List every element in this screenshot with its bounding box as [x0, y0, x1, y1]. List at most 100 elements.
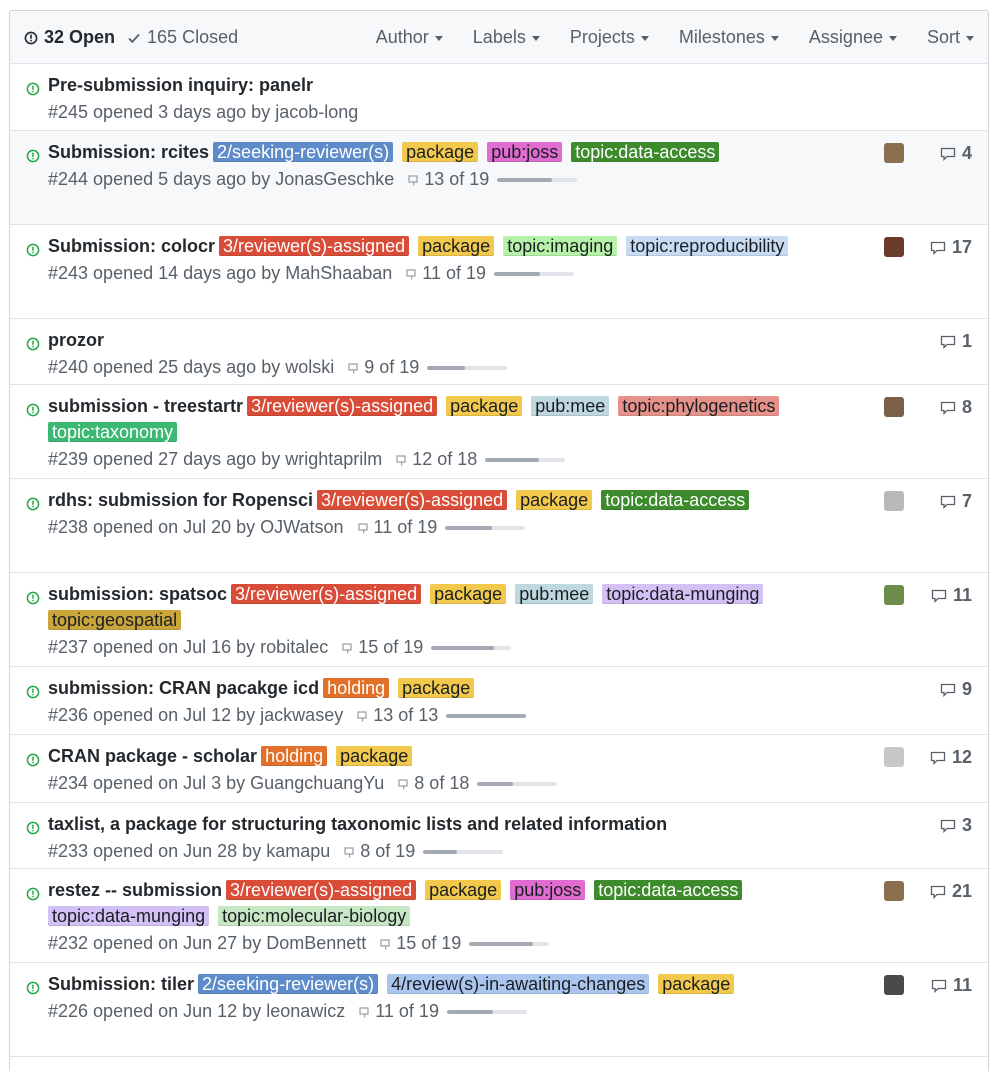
issue-title-link[interactable]: rdhs: submission for Ropensci — [48, 490, 313, 510]
issue-label[interactable]: topic:phylogenetics — [618, 396, 780, 416]
issue-title-link[interactable]: submission: CRAN pacakge icd — [48, 678, 319, 698]
issue-label[interactable]: 3/reviewer(s)-assigned — [226, 880, 417, 900]
issue-label[interactable]: package — [658, 974, 735, 994]
comment-count[interactable]: 4 — [940, 143, 972, 164]
assignee-avatar[interactable] — [884, 237, 904, 257]
milestone-progress[interactable]: 8 of 19 — [344, 841, 504, 862]
comment-count[interactable]: 1 — [940, 331, 972, 352]
comment-count[interactable]: 11 — [931, 975, 972, 996]
issue-row[interactable]: prozor #240 opened 25 days ago by wolski 9… — [10, 319, 988, 385]
milestone-progress[interactable]: 12 of 18 — [396, 449, 566, 470]
author-filter[interactable]: Author — [376, 27, 443, 48]
issue-label[interactable]: package — [446, 396, 523, 416]
milestones-filter[interactable]: Milestones — [679, 27, 779, 48]
issue-title-link[interactable]: Submission: rcites — [48, 142, 209, 162]
issue-row[interactable]: taxlist, a package for structuring taxon… — [10, 803, 988, 869]
issue-row[interactable]: restez -- submission 3/reviewer(s)-assign… — [10, 869, 988, 963]
assignee-avatar[interactable] — [884, 585, 904, 605]
issue-label[interactable]: topic:molecular-biology — [218, 906, 411, 926]
milestone-count: 11 of 19 — [373, 517, 438, 537]
comment-count[interactable]: 17 — [930, 237, 972, 258]
comment-count[interactable]: 3 — [940, 815, 972, 836]
comment-count[interactable]: 8 — [940, 397, 972, 418]
issue-title-link[interactable]: Pre-submission inquiry: panelr — [48, 75, 313, 95]
issue-label[interactable]: topic:imaging — [503, 236, 618, 256]
comment-count[interactable]: 12 — [930, 747, 972, 768]
issue-row[interactable]: Submission: rcites 2/seeking-reviewer(s) … — [10, 131, 988, 225]
issue-row[interactable]: submission - treestartr 3/reviewer(s)-ass… — [10, 385, 988, 479]
issue-label[interactable]: pub:mee — [515, 584, 594, 604]
issue-label[interactable]: pub:joss — [510, 880, 586, 900]
issue-label[interactable]: package — [336, 746, 413, 766]
issue-label[interactable]: 3/reviewer(s)-assigned — [219, 236, 410, 256]
issue-title-link[interactable]: restez -- submission — [48, 880, 222, 900]
issue-label[interactable]: package — [418, 236, 495, 256]
issue-label[interactable]: topic:reproducibility — [626, 236, 789, 256]
issue-label[interactable]: 3/reviewer(s)-assigned — [231, 584, 422, 604]
issue-label[interactable]: holding — [261, 746, 328, 766]
issue-title-link[interactable]: CRAN package - scholar — [48, 746, 257, 766]
milestone-progress[interactable]: 11 of 19 — [357, 517, 526, 538]
issue-row[interactable]: CRAN package - scholar holding package #2… — [10, 735, 988, 803]
assignee-avatar[interactable] — [884, 397, 904, 417]
issue-label[interactable]: topic:data-access — [594, 880, 743, 900]
assignee-filter[interactable]: Assignee — [809, 27, 897, 48]
issue-row[interactable]: Submission: tiler 2/seeking-reviewer(s) 4… — [10, 963, 988, 1057]
issue-label[interactable]: 3/reviewer(s)-assigned — [317, 490, 508, 510]
open-issues-tab[interactable]: 32 Open — [24, 27, 115, 48]
issue-label[interactable]: package — [425, 880, 502, 900]
milestone-progress-bar — [446, 1009, 527, 1014]
assignee-avatar[interactable] — [884, 747, 904, 767]
comment-count[interactable]: 21 — [930, 881, 972, 902]
labels-filter[interactable]: Labels — [473, 27, 540, 48]
issue-label[interactable]: 2/seeking-reviewer(s) — [198, 974, 379, 994]
issue-row[interactable]: rdhs: submission for Ropensci 3/reviewer(… — [10, 479, 988, 573]
issue-label[interactable]: topic:data-access — [571, 142, 720, 162]
issue-title-line: Submission: colocr 3/reviewer(s)-assigned… — [48, 233, 878, 259]
issue-title-link[interactable]: Submission: colocr — [48, 236, 215, 256]
issue-label[interactable]: package — [516, 490, 593, 510]
issue-label[interactable]: pub:joss — [487, 142, 563, 162]
issue-label[interactable]: topic:data-munging — [602, 584, 764, 604]
issue-label[interactable]: package — [430, 584, 507, 604]
assignee-avatar[interactable] — [884, 143, 904, 163]
issue-label[interactable]: pub:mee — [531, 396, 610, 416]
comment-count[interactable]: 7 — [940, 491, 972, 512]
issue-label[interactable]: package — [402, 142, 479, 162]
issue-row[interactable]: Pre-submission inquiry: panelr #245 opene… — [10, 64, 988, 131]
assignee-avatar[interactable] — [884, 881, 904, 901]
closed-issues-tab[interactable]: 165 Closed — [127, 27, 238, 48]
issue-row[interactable]: Submission: colocr 3/reviewer(s)-assigned… — [10, 225, 988, 319]
milestone-progress[interactable]: 11 of 19 — [359, 1001, 527, 1022]
issue-label[interactable]: topic:taxonomy — [48, 422, 178, 442]
issue-label[interactable]: topic:geospatial — [48, 610, 182, 630]
milestone-progress[interactable]: 13 of 19 — [408, 169, 578, 190]
issue-label[interactable]: 3/reviewer(s)-assigned — [247, 396, 438, 416]
issue-label[interactable]: 4/review(s)-in-awaiting-changes — [387, 974, 650, 994]
issue-main: submission: CRAN pacakge icd holding pack… — [48, 675, 878, 726]
sort-filter[interactable]: Sort — [927, 27, 974, 48]
issue-label[interactable]: holding — [323, 678, 390, 698]
milestone-progress[interactable]: 9 of 19 — [348, 357, 508, 378]
comment-count[interactable]: 9 — [940, 679, 972, 700]
projects-filter[interactable]: Projects — [570, 27, 649, 48]
issue-label[interactable]: topic:data-munging — [48, 906, 210, 926]
milestone-progress[interactable]: 15 of 19 — [380, 933, 550, 954]
milestone-progress[interactable]: 15 of 19 — [342, 637, 512, 658]
comment-count[interactable]: 11 — [931, 585, 972, 606]
issue-title-link[interactable]: submission - treestartr — [48, 396, 243, 416]
issue-row[interactable]: submission: spatsoc 3/reviewer(s)-assigne… — [10, 573, 988, 667]
milestone-progress[interactable]: 8 of 18 — [398, 773, 558, 794]
issue-label[interactable]: 2/seeking-reviewer(s) — [213, 142, 394, 162]
issue-title-link[interactable]: Submission: tiler — [48, 974, 194, 994]
issue-title-link[interactable]: submission: spatsoc — [48, 584, 227, 604]
assignee-avatar[interactable] — [884, 975, 904, 995]
issue-label[interactable]: topic:data-access — [601, 490, 750, 510]
milestone-progress[interactable]: 11 of 19 — [406, 263, 575, 284]
issue-title-link[interactable]: prozor — [48, 330, 104, 350]
assignee-avatar[interactable] — [884, 491, 904, 511]
issue-title-link[interactable]: taxlist, a package for structuring taxon… — [48, 814, 667, 834]
issue-label[interactable]: package — [398, 678, 475, 698]
issue-row[interactable]: submission: CRAN pacakge icd holding pack… — [10, 667, 988, 735]
milestone-progress[interactable]: 13 of 13 — [357, 705, 527, 726]
